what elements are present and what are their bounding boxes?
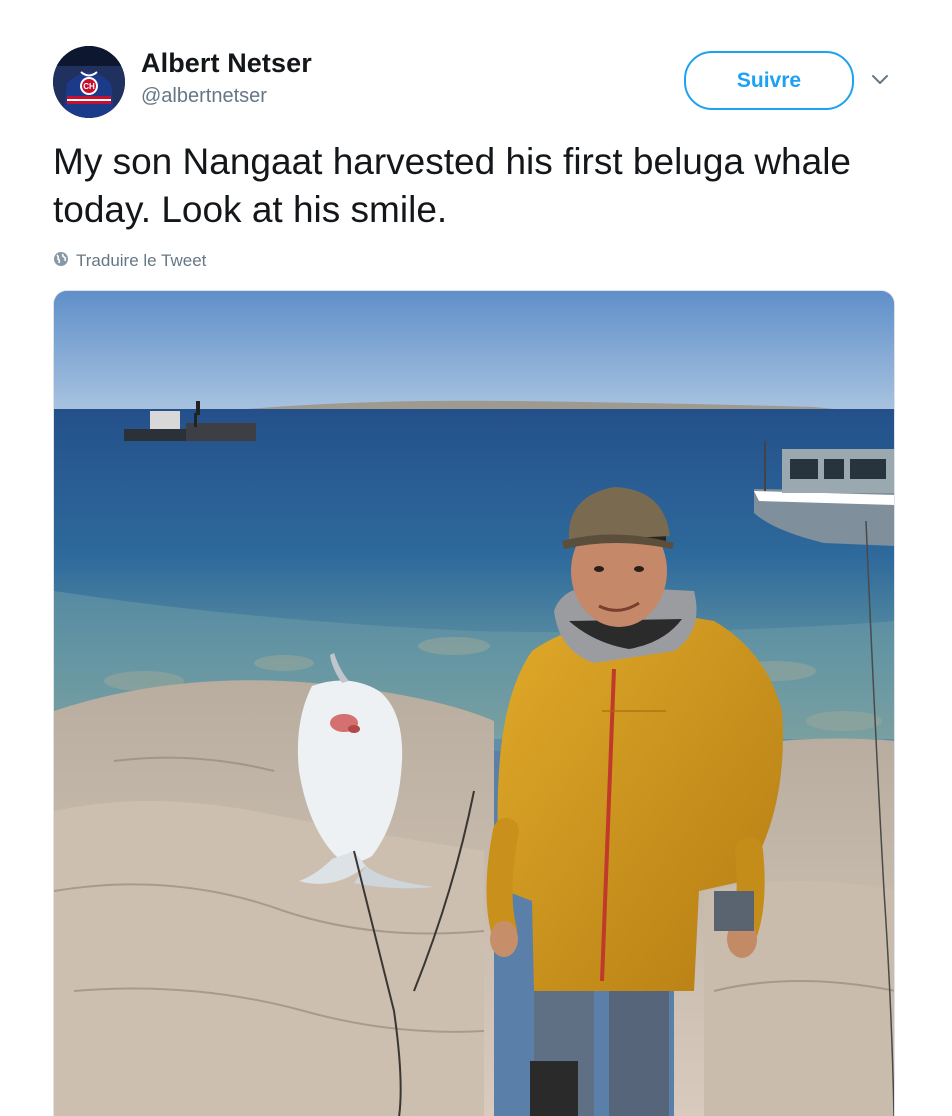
follow-button[interactable]: Suivre [684,51,854,110]
tweet-photo[interactable] [53,290,895,1116]
chevron-down-icon[interactable] [868,68,892,92]
author-name[interactable]: Albert Netser [141,48,312,79]
translate-label: Traduire le Tweet [76,251,207,270]
translate-link[interactable]: Traduire le Tweet [53,250,206,272]
author-handle[interactable]: @albertnetser [141,85,267,108]
tweet-card: CH Albert Netser @albertnetser Suivre My… [0,0,952,1116]
tweet-text: My son Nangaat harvested his first belug… [53,141,851,230]
photo-illustration [54,291,894,1116]
globe-icon [53,251,69,272]
svg-text:CH: CH [83,82,95,91]
avatar[interactable]: CH [53,46,125,118]
avatar-image: CH [53,46,125,118]
